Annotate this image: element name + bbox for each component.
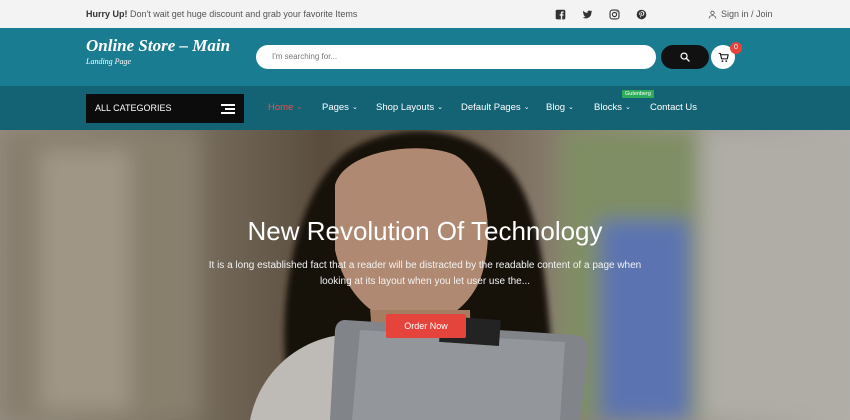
nav-label-home: Home [268, 102, 294, 113]
chevron-down-icon: ⌄ [437, 104, 443, 111]
chevron-down-icon: ⌄ [568, 104, 574, 111]
chevron-down-icon: ⌄ [351, 104, 358, 111]
all-categories-button[interactable]: ALL CATEGORIES [86, 94, 244, 123]
promo-strong: Hurry Up! [86, 9, 128, 19]
signin-link[interactable]: Sign in / Join [708, 0, 773, 28]
user-icon [708, 10, 717, 18]
nav-item-pages[interactable]: Pages ⌄ [322, 86, 358, 130]
nav-label-default-pages: Default Pages [461, 102, 521, 113]
instagram-icon[interactable] [604, 4, 624, 24]
brand-subtitle: Landing Page [86, 57, 132, 66]
pinterest-icon[interactable] [631, 4, 651, 24]
nav-label-shop-layouts: Shop Layouts [376, 102, 435, 113]
facebook-icon[interactable] [550, 4, 570, 24]
menu-icon [221, 104, 235, 114]
hero-title: New Revolution Of Technology [247, 216, 603, 246]
cart-count-badge: 0 [730, 42, 742, 54]
nav-item-home[interactable]: Home ⌄ [268, 86, 302, 130]
chevron-down-icon: ⌄ [296, 104, 303, 111]
nav-item-contact-us[interactable]: Contact Us [650, 86, 697, 130]
nav-item-blog[interactable]: Blog ⌄ [546, 86, 574, 130]
nav-label-contact-us: Contact Us [650, 102, 697, 113]
cart-icon [718, 52, 729, 62]
nav-label-blog: Blog [546, 102, 566, 113]
all-categories-label: ALL CATEGORIES [95, 103, 172, 113]
nav-item-default-pages[interactable]: Default Pages ⌄ [461, 86, 530, 130]
promo-text: Don't wait get huge discount and grab yo… [127, 9, 358, 19]
top-bar: Hurry Up! Don't wait get huge discount a… [0, 0, 850, 28]
search-button[interactable] [661, 45, 709, 69]
order-now-button[interactable]: Order Now [386, 314, 466, 338]
hero-description: It is a long established fact that a rea… [208, 260, 642, 287]
search-input[interactable]: I'm searching for... [256, 45, 656, 69]
chevron-down-icon: ⌄ [523, 104, 530, 111]
brand-logo[interactable]: Online Store – Main Landing Page [86, 36, 230, 66]
hero-banner: New Revolution Of Technology It is a lon… [0, 130, 850, 420]
brand-title: Online Store – Main [86, 36, 231, 55]
promo-message: Hurry Up! Don't wait get huge discount a… [86, 0, 357, 28]
nav-label-pages: Pages [322, 102, 349, 113]
twitter-icon[interactable] [577, 4, 597, 24]
nav-label-blocks: Blocks [594, 102, 622, 113]
signin-label: Sign in / Join [721, 9, 773, 19]
nav-item-shop-layouts[interactable]: Shop Layouts ⌄ [376, 86, 443, 130]
search-icon [680, 52, 690, 62]
